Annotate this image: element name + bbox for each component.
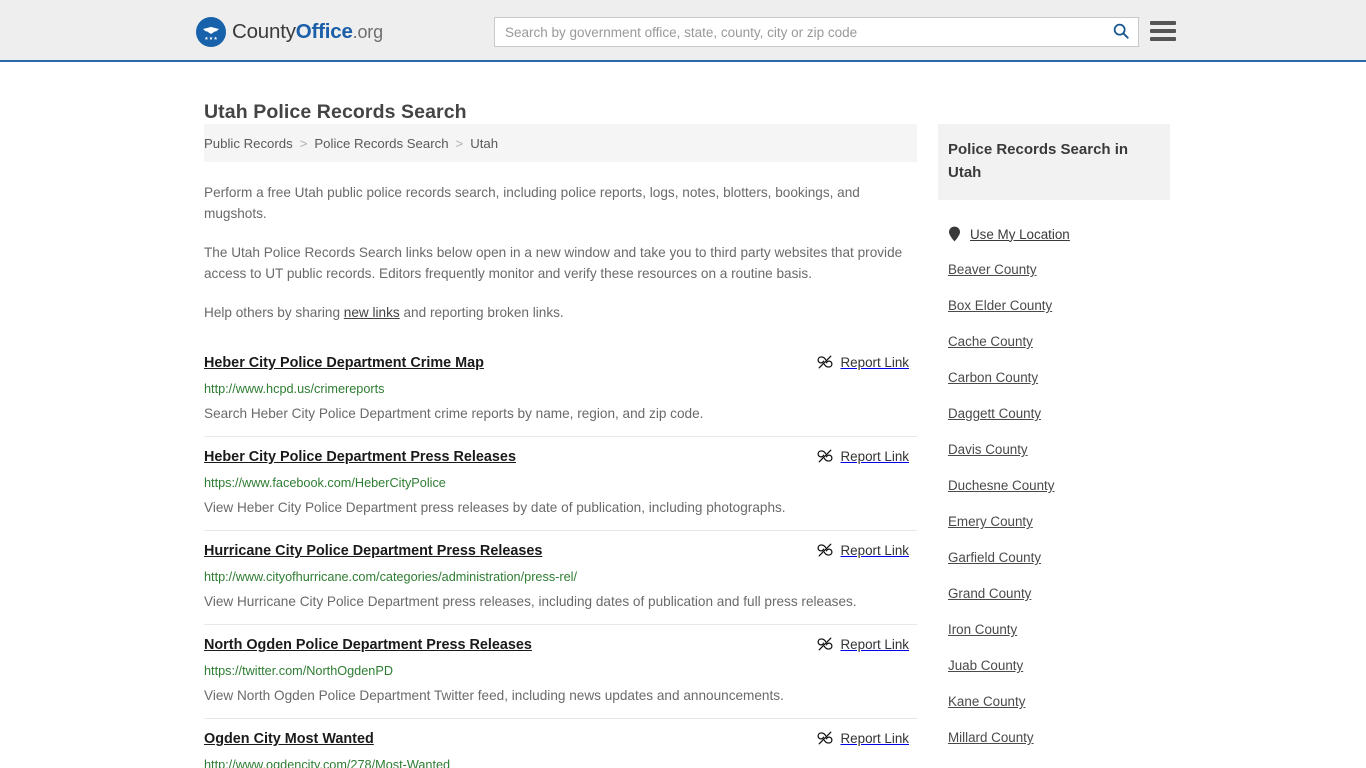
report-link-button[interactable]: Report Link [816,354,909,370]
menu-bar-3 [1150,37,1176,41]
report-link-button[interactable]: Report Link [816,636,909,652]
breadcrumb-item-public-records[interactable]: Public Records [204,136,293,151]
intro-paragraph-3: Help others by sharing new links and rep… [204,302,917,323]
county-link-davis[interactable]: Davis County [948,442,1170,458]
result-description: Search Heber City Police Department crim… [204,406,704,421]
result-title-link[interactable]: Ogden City Most Wanted [204,729,374,749]
map-pin-icon [948,226,970,242]
intro-p3-after: and reporting broken links. [399,305,564,320]
result-description: View Heber City Police Department press … [204,500,786,515]
report-link-label: Report Link [840,730,909,746]
report-link-label: Report Link [840,354,909,370]
county-link-juab[interactable]: Juab County [948,658,1170,674]
county-link-iron[interactable]: Iron County [948,622,1170,638]
result-url[interactable]: http://www.cityofhurricane.com/categorie… [204,569,917,585]
breadcrumb-separator: > [299,135,308,151]
search-icon [1112,22,1130,43]
site-header: CountyOffice.org [0,0,1366,62]
search-button[interactable] [1104,18,1138,46]
result-description: View Hurricane City Police Department pr… [204,594,857,609]
breadcrumb-item-police-records-search[interactable]: Police Records Search [314,136,448,151]
breadcrumb: Public Records > Police Records Search >… [204,124,917,162]
intro-text: Perform a free Utah public police record… [204,182,917,323]
report-link-button[interactable]: Report Link [816,730,909,746]
result-header: Heber City Police Department Press Relea… [204,447,917,467]
results-list: Heber City Police Department Crime Map R… [204,343,917,768]
report-link-label: Report Link [840,448,909,464]
county-link-cache[interactable]: Cache County [948,334,1170,350]
new-links-link[interactable]: new links [344,305,400,320]
site-logo[interactable]: CountyOffice.org [196,17,383,47]
county-link-emery[interactable]: Emery County [948,514,1170,530]
logo-text-org: .org [352,22,383,42]
result-title-link[interactable]: Heber City Police Department Crime Map [204,353,484,373]
sidebar: Police Records Search in Utah Use My Loc… [938,124,1170,768]
hamburger-menu-icon[interactable] [1150,19,1176,43]
menu-bar-2 [1150,29,1176,33]
result-header: North Ogden Police Department Press Rele… [204,635,917,655]
result-title-link[interactable]: Hurricane City Police Department Press R… [204,541,542,561]
report-link-label: Report Link [840,542,909,558]
broken-link-icon [816,730,833,746]
site-logo-text: CountyOffice.org [232,17,383,47]
menu-bar-1 [1150,21,1176,25]
broken-link-icon [816,542,833,558]
broken-link-icon [816,448,833,464]
county-link-duchesne[interactable]: Duchesne County [948,478,1170,494]
page-title: Utah Police Records Search [204,101,467,124]
use-my-location-link[interactable]: Use My Location [938,226,1170,242]
county-link-box-elder[interactable]: Box Elder County [948,298,1170,314]
result-item: Heber City Police Department Press Relea… [204,437,917,531]
logo-text-county: County [232,20,296,43]
search-bar[interactable] [494,17,1139,47]
county-link-daggett[interactable]: Daggett County [948,406,1170,422]
intro-p3-before: Help others by sharing [204,305,344,320]
county-link-kane[interactable]: Kane County [948,694,1170,710]
result-url[interactable]: http://www.ogdencity.com/278/Most-Wanted [204,757,917,768]
county-link-grand[interactable]: Grand County [948,586,1170,602]
county-link-carbon[interactable]: Carbon County [948,370,1170,386]
county-link-millard[interactable]: Millard County [948,730,1170,746]
broken-link-icon [816,354,833,370]
report-link-button[interactable]: Report Link [816,448,909,464]
logo-text-office: Office [295,20,353,43]
result-item: Hurricane City Police Department Press R… [204,531,917,625]
county-link-beaver[interactable]: Beaver County [948,262,1170,278]
result-item: Heber City Police Department Crime Map R… [204,343,917,437]
breadcrumb-separator: > [455,135,464,151]
intro-paragraph-2: The Utah Police Records Search links bel… [204,245,903,281]
county-links-list: Beaver County Box Elder County Cache Cou… [938,262,1170,768]
breadcrumb-item-utah[interactable]: Utah [470,136,498,151]
result-url[interactable]: https://www.facebook.com/HeberCityPolice [204,475,917,491]
sidebar-heading-box: Police Records Search in Utah [938,124,1170,200]
result-url[interactable]: https://twitter.com/NorthOgdenPD [204,663,917,679]
report-link-label: Report Link [840,636,909,652]
sidebar-heading: Police Records Search in Utah [948,141,1129,181]
broken-link-icon [816,636,833,652]
use-my-location-label: Use My Location [970,226,1070,242]
intro-paragraph-1: Perform a free Utah public police record… [204,185,860,221]
result-title-link[interactable]: Heber City Police Department Press Relea… [204,447,516,467]
county-office-eagle-logo-icon [196,17,226,47]
result-header: Hurricane City Police Department Press R… [204,541,917,561]
result-url[interactable]: http://www.hcpd.us/crimereports [204,381,917,397]
result-description: View North Ogden Police Department Twitt… [204,688,784,703]
result-header: Heber City Police Department Crime Map R… [204,353,917,373]
search-input[interactable] [495,18,1104,46]
result-item: North Ogden Police Department Press Rele… [204,625,917,719]
result-header: Ogden City Most Wanted Report Link [204,729,917,749]
report-link-button[interactable]: Report Link [816,542,909,558]
county-link-garfield[interactable]: Garfield County [948,550,1170,566]
main-content-column: Public Records > Police Records Search >… [204,124,917,768]
result-item: Ogden City Most Wanted Report Link http:… [204,719,917,768]
result-title-link[interactable]: North Ogden Police Department Press Rele… [204,635,532,655]
